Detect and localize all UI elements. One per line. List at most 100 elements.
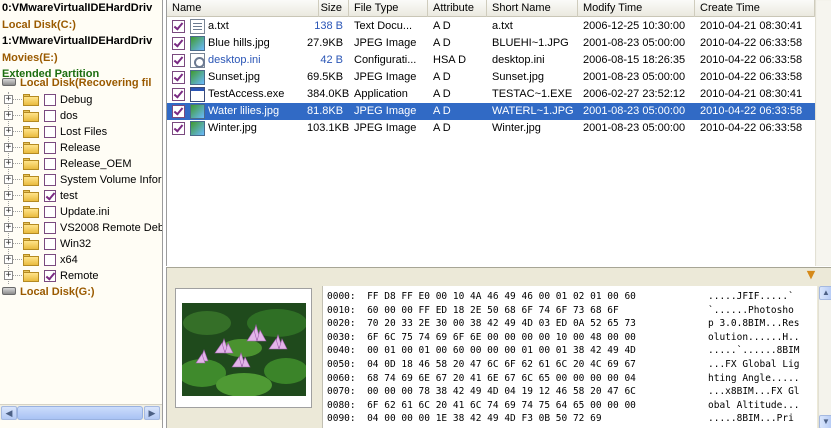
file-checkbox[interactable] <box>172 54 185 67</box>
file-list-pane[interactable]: Name Size File Type Attribute Short Name… <box>166 0 831 266</box>
hex-spacer <box>356 318 367 329</box>
column-file-type[interactable]: File Type <box>349 0 428 17</box>
file-checkbox[interactable] <box>172 105 185 118</box>
folder-checkbox[interactable] <box>44 174 56 186</box>
expand-plus-icon[interactable]: + <box>4 127 13 136</box>
tree-folder-9[interactable]: + Win32 <box>4 236 162 252</box>
tree-disk-3[interactable]: Movies(E:) <box>2 50 58 67</box>
folder-checkbox[interactable] <box>44 142 56 154</box>
expand-plus-icon[interactable]: + <box>4 159 13 168</box>
hex-offset: 0020: <box>327 318 356 330</box>
file-type-cell: Configurati... <box>354 54 417 66</box>
tree-folder-7[interactable]: + Update.ini <box>4 204 162 220</box>
file-row[interactable]: a.txt 138 B Text Docu... A D a.txt 2006-12-25… <box>167 18 831 35</box>
tree-folder-3[interactable]: + Release <box>4 140 162 156</box>
folder-checkbox[interactable] <box>44 126 56 138</box>
column-create-time[interactable]: Create Time <box>695 0 815 17</box>
text-file-icon <box>190 19 205 34</box>
hex-view[interactable]: 0000: FF D8 FF E0 00 10 4A 46 49 46 00 0… <box>322 286 817 428</box>
tree-partition-g[interactable]: Local Disk(G:) <box>2 284 95 301</box>
folder-checkbox[interactable] <box>44 222 56 234</box>
tree-disk-2[interactable]: 1:VMwareVirtualIDEHardDriv <box>2 33 152 50</box>
expand-plus-icon[interactable]: + <box>4 271 13 280</box>
folder-checkbox[interactable] <box>44 206 56 218</box>
file-row[interactable]: desktop.ini 42 B Configurati... HSA D deskto… <box>167 52 831 69</box>
folder-checkbox[interactable] <box>44 158 56 170</box>
file-attr-cell: A D <box>433 88 451 100</box>
column-size[interactable]: Size <box>319 0 349 17</box>
image-preview <box>175 288 312 408</box>
expand-plus-icon[interactable]: + <box>4 223 13 232</box>
preview-pane: ▼ 0000: FF D8 FF E0 00 10 4A 46 49 46 00… <box>166 267 831 428</box>
file-row[interactable]: TestAccess.exe 384.0KB Application A D TESTA… <box>167 86 831 103</box>
folder-body <box>23 96 39 106</box>
tree-disk-0[interactable]: 0:VMwareVirtualIDEHardDriv <box>2 0 152 17</box>
hex-line: 0040: 00 01 00 01 00 60 00 00 00 01 00 0… <box>327 344 636 358</box>
folder-checkbox[interactable] <box>44 238 56 250</box>
partition-label: Local Disk(Recovering fil <box>20 77 152 89</box>
file-row[interactable]: Water lilies.jpg 81.8KB JPEG Image A D WATER… <box>167 103 831 120</box>
hex-spacer <box>356 332 367 343</box>
hex-offset: 0040: <box>327 345 356 357</box>
file-checkbox[interactable] <box>172 20 185 33</box>
folder-checkbox[interactable] <box>44 110 56 122</box>
expand-plus-icon[interactable]: + <box>4 143 13 152</box>
expand-plus-icon[interactable]: + <box>4 207 13 216</box>
file-row[interactable]: Blue hills.jpg 27.9KB JPEG Image A D BLUEHI~… <box>167 35 831 52</box>
expand-plus-icon[interactable]: + <box>4 175 13 184</box>
tree-folder-0[interactable]: + Debug <box>4 92 162 108</box>
file-row[interactable]: Sunset.jpg 69.5KB JPEG Image A D Sunset.jpg 2… <box>167 69 831 86</box>
tree-folder-11[interactable]: + Remote <box>4 268 162 284</box>
scroll-track[interactable] <box>817 1 831 265</box>
file-checkbox[interactable] <box>172 88 185 101</box>
expand-plus-icon[interactable]: + <box>4 255 13 264</box>
column-attribute[interactable]: Attribute <box>428 0 487 17</box>
folder-checkbox[interactable] <box>44 94 56 106</box>
folder-checkbox[interactable] <box>44 270 56 282</box>
hex-ascii: .....`......8BIM <box>708 345 800 357</box>
file-checkbox[interactable] <box>172 37 185 50</box>
folder-checkbox[interactable] <box>44 190 56 202</box>
file-type-cell: Text Docu... <box>354 20 413 32</box>
tree-folder-2[interactable]: + Lost Files <box>4 124 162 140</box>
tree-folder-6[interactable]: + test <box>4 188 162 204</box>
column-modify-time[interactable]: Modify Time <box>578 0 695 17</box>
expand-plus-icon[interactable]: + <box>4 239 13 248</box>
tree-disk-1[interactable]: Local Disk(C:) <box>2 17 76 34</box>
file-checkbox[interactable] <box>172 122 185 135</box>
file-checkbox[interactable] <box>172 71 185 84</box>
hex-ascii: olution......H.. <box>708 331 800 343</box>
tree-horizontal-scrollbar[interactable]: ◀ ▶ <box>0 404 162 420</box>
hex-vertical-scrollbar[interactable]: ▲ ▼ <box>818 286 831 428</box>
file-type-cell: Application <box>354 88 408 100</box>
tree-folder-4[interactable]: + Release_OEM <box>4 156 162 172</box>
file-size-cell: 138 B <box>314 20 343 32</box>
hex-spacer <box>356 305 367 316</box>
expand-plus-icon[interactable]: + <box>4 95 13 104</box>
tree-partition-recovering[interactable]: Local Disk(Recovering fil <box>2 75 151 92</box>
file-modify-cell: 2006-12-25 10:30:00 <box>583 20 686 32</box>
tree-branch-line <box>13 195 22 196</box>
column-name[interactable]: Name <box>167 0 319 17</box>
column-short-name[interactable]: Short Name <box>487 0 578 17</box>
tree-folder-10[interactable]: + x64 <box>4 252 162 268</box>
scroll-right-icon[interactable]: ▶ <box>144 406 160 420</box>
hex-offset: 0000: <box>327 291 356 302</box>
hex-bytes: 6F 62 61 6C 20 41 6C 74 69 74 75 64 65 0… <box>367 399 636 411</box>
file-row[interactable]: Winter.jpg 103.1KB JPEG Image A D Winter.jpg… <box>167 120 831 137</box>
file-list-vertical-scrollbar[interactable] <box>815 0 831 266</box>
collapse-chevron-icon[interactable]: ▼ <box>804 269 818 282</box>
scroll-down-icon[interactable]: ▼ <box>819 415 831 428</box>
scroll-left-icon[interactable]: ◀ <box>1 406 17 420</box>
tree-folder-8[interactable]: + VS2008 Remote Debu <box>4 220 162 236</box>
scroll-up-icon[interactable]: ▲ <box>819 286 831 300</box>
hex-bytes: 00 00 00 78 38 42 49 4D 04 19 12 46 58 2… <box>367 386 636 398</box>
scroll-thumb[interactable] <box>17 406 143 420</box>
hex-offset: 0050: <box>327 359 356 370</box>
tree-folder-1[interactable]: + dos <box>4 108 162 124</box>
folder-checkbox[interactable] <box>44 254 56 266</box>
tree-folder-5[interactable]: + System Volume Inforn <box>4 172 162 188</box>
expand-plus-icon[interactable]: + <box>4 111 13 120</box>
expand-plus-icon[interactable]: + <box>4 191 13 200</box>
folder-tree-pane[interactable]: 0:VMwareVirtualIDEHardDriv Local Disk(C:)… <box>0 0 163 428</box>
